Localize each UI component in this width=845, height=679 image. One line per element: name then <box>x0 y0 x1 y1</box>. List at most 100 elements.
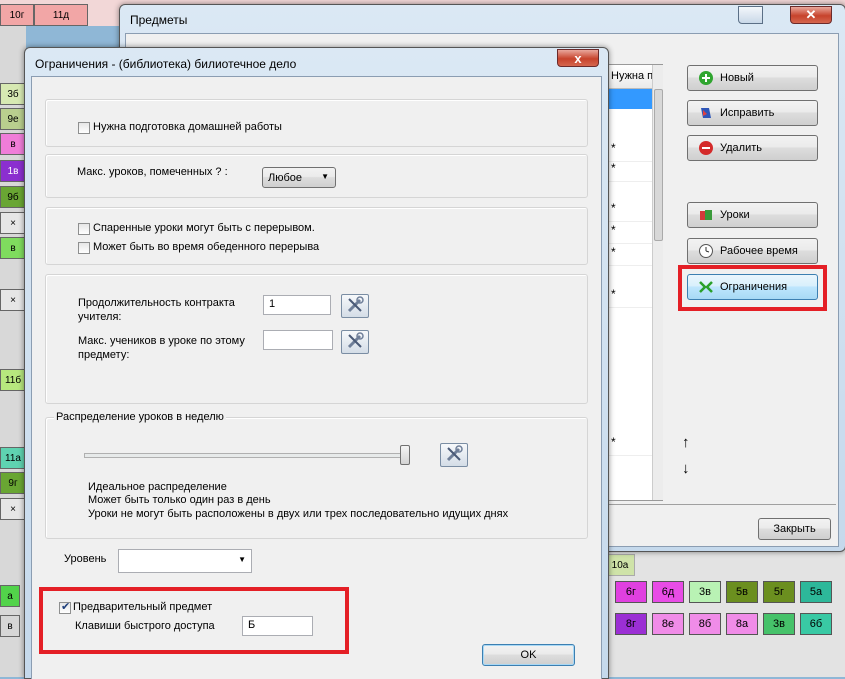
timetable-cell[interactable]: в <box>0 237 26 259</box>
timetable-cell[interactable]: в <box>0 133 26 155</box>
timetable-cell[interactable]: 10г <box>0 4 34 26</box>
max-marked-label: Макс. уроков, помеченных ? : <box>77 166 228 178</box>
timetable-tile[interactable]: 8б <box>689 613 721 635</box>
timetable-cell[interactable]: 9е <box>0 108 26 130</box>
timetable-tile[interactable]: 5а <box>800 581 832 603</box>
timetable-cell[interactable]: × <box>0 498 26 520</box>
close-button[interactable]: Закрыть <box>758 518 831 540</box>
timetable-tile[interactable]: 8а <box>726 613 758 635</box>
timetable-tile[interactable]: 6б <box>800 613 832 635</box>
timetable-tile[interactable]: 6д <box>652 581 684 603</box>
max-students-label-line2: предмету: <box>78 349 130 361</box>
work-time-button-label: Рабочее время <box>720 245 798 257</box>
timetable-cell[interactable]: 3б <box>0 83 26 105</box>
contract-tools-button[interactable] <box>341 294 369 318</box>
delete-button[interactable]: Удалить <box>687 135 818 161</box>
slider-thumb[interactable] <box>400 445 410 465</box>
level-label: Уровень <box>64 553 107 565</box>
chevron-down-icon: ▼ <box>238 555 246 564</box>
list-scrollbar[interactable] <box>652 65 663 500</box>
timetable-tile[interactable]: 8г <box>615 613 647 635</box>
group-breaks <box>45 207 588 265</box>
timetable-cell[interactable]: 9б <box>0 186 26 208</box>
list-header-needs-prep[interactable]: Нужна п <box>608 65 652 89</box>
chevron-down-icon: ▼ <box>321 172 329 181</box>
double-lessons-label: Спаренные уроки могут быть с перерывом. <box>93 222 315 234</box>
plus-icon <box>698 70 714 86</box>
distribution-title: Распределение уроков в неделю <box>54 411 226 423</box>
list-item[interactable]: * <box>608 245 655 266</box>
list-item[interactable]: * <box>608 435 655 456</box>
edit-icon <box>698 105 714 121</box>
level-select[interactable]: ▼ <box>118 549 252 573</box>
timetable-tile[interactable]: 3в <box>763 613 795 635</box>
minimize-button[interactable] <box>738 6 763 24</box>
tools-icon <box>346 331 364 353</box>
timetable-tile[interactable]: 6г <box>615 581 647 603</box>
max-students-input[interactable] <box>263 330 333 350</box>
ok-button[interactable]: OK <box>482 644 575 666</box>
homework-checkbox[interactable] <box>78 122 90 134</box>
max-marked-select[interactable]: Любое ▼ <box>262 167 336 188</box>
timetable-cell[interactable]: × <box>0 289 26 311</box>
timetable-cell[interactable]: 11б <box>0 369 26 391</box>
list-item[interactable]: * <box>608 287 655 308</box>
homework-label: Нужна подготовка домашней работы <box>93 121 282 133</box>
subjects-list[interactable]: Нужна п * * * * * * * <box>607 64 663 501</box>
timetable-cell[interactable]: 9г <box>0 472 26 494</box>
distribution-line: Может быть только один раз в день <box>88 494 271 506</box>
list-item[interactable]: * <box>608 141 655 162</box>
new-button-label: Новый <box>720 72 754 84</box>
timetable-tile[interactable]: 5г <box>763 581 795 603</box>
constraints-dialog: Ограничения - (библиотека) билиотечное д… <box>24 47 609 679</box>
timetable-cell[interactable]: в <box>0 615 20 637</box>
distribution-line: Уроки не могут быть расположены в двух и… <box>88 508 509 520</box>
move-up-arrow[interactable]: ↑ <box>682 434 690 451</box>
timetable-cell[interactable]: а <box>0 585 20 607</box>
list-item[interactable]: * <box>608 161 655 182</box>
timetable-tile[interactable]: 3в <box>689 581 721 603</box>
timetable-tile[interactable]: 5в <box>726 581 758 603</box>
predmety-window-title: Предметы <box>130 13 188 27</box>
timetable-cell[interactable]: 11д <box>34 4 88 26</box>
edit-button[interactable]: Исправить <box>687 100 818 126</box>
clock-icon <box>698 243 714 259</box>
dialog-close-x-button[interactable]: x <box>557 49 599 67</box>
slider-track <box>84 453 406 458</box>
timetable-cell[interactable]: 11а <box>0 447 26 469</box>
delete-button-label: Удалить <box>720 142 762 154</box>
timetable-cell[interactable]: 1в <box>0 160 26 182</box>
highlight-constraints <box>678 265 827 311</box>
lessons-icon <box>698 207 714 223</box>
max-students-tools-button[interactable] <box>341 330 369 354</box>
dialog-title: Ограничения - (библиотека) билиотечное д… <box>35 57 297 71</box>
distribution-slider[interactable] <box>84 445 414 465</box>
timetable-tile[interactable]: 8е <box>652 613 684 635</box>
minus-icon <box>698 140 714 156</box>
tools-icon <box>346 295 364 317</box>
new-button[interactable]: Новый <box>687 65 818 91</box>
contract-input[interactable]: 1 <box>263 295 331 315</box>
lessons-button[interactable]: Уроки <box>687 202 818 228</box>
tools-icon <box>445 444 463 466</box>
move-down-arrow[interactable]: ↓ <box>682 460 690 477</box>
list-scrollbar-thumb[interactable] <box>654 89 663 241</box>
work-time-button[interactable]: Рабочее время <box>687 238 818 264</box>
lessons-button-label: Уроки <box>720 209 750 221</box>
list-item[interactable]: * <box>608 201 655 222</box>
contract-label-line2: учителя: <box>78 311 122 323</box>
max-students-label-line1: Макс. учеников в уроке по этому <box>78 335 245 347</box>
list-item[interactable]: * <box>608 223 655 244</box>
lunch-break-checkbox[interactable] <box>78 242 90 254</box>
separator <box>606 504 836 505</box>
lunch-break-label: Может быть во время обеденного перерыва <box>93 241 320 253</box>
predmety-close-x-button[interactable]: ✕ <box>790 6 832 24</box>
distribution-tools-button[interactable] <box>440 443 468 467</box>
timetable-cell[interactable]: × <box>0 212 26 234</box>
distribution-line: Идеальное распределение <box>88 481 227 493</box>
timetable-cell[interactable]: 10а <box>605 554 635 576</box>
list-row-selected[interactable] <box>608 89 652 109</box>
group-distribution <box>45 417 588 539</box>
double-lessons-checkbox[interactable] <box>78 223 90 235</box>
max-marked-value: Любое <box>268 171 303 184</box>
